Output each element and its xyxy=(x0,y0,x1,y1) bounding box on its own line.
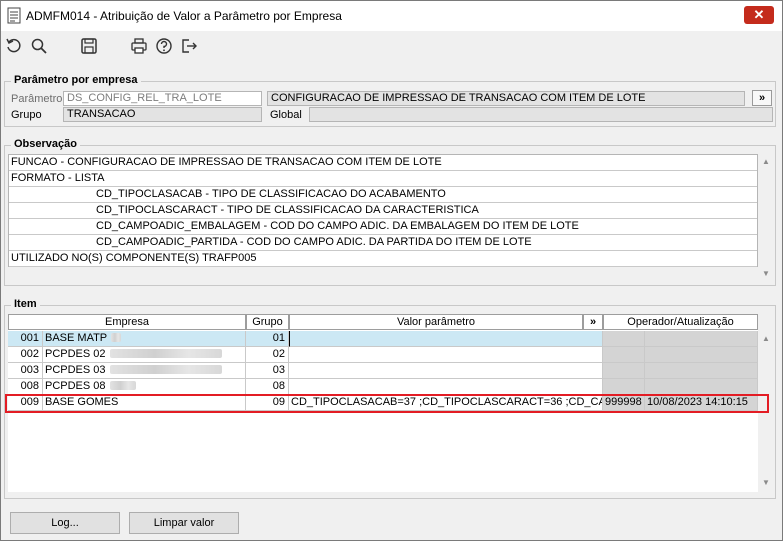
col-header-valor[interactable]: Valor parâmetro xyxy=(289,314,583,330)
row-grupo: 01 xyxy=(246,331,289,347)
row-atualizacao xyxy=(645,363,758,379)
observacao-scrollbar[interactable]: ▲ ▼ xyxy=(759,154,773,282)
row-empresa: PCPDES 08 xyxy=(43,379,246,395)
table-row[interactable]: 002 PCPDES 02 02 xyxy=(8,347,758,363)
double-chevron-right-icon: » xyxy=(589,316,597,328)
global-field xyxy=(309,107,773,122)
expand-parametro-button[interactable]: » xyxy=(752,90,772,106)
col-header-operador[interactable]: Operador/Atualização xyxy=(603,314,758,330)
row-valor xyxy=(289,347,603,363)
row-code: 001 xyxy=(8,331,43,347)
observacao-line: FUNCAO - CONFIGURACAO DE IMPRESSAO DE TR… xyxy=(9,155,757,171)
row-valor-input[interactable] xyxy=(289,331,603,347)
row-operador xyxy=(603,363,645,379)
observacao-line: CD_CAMPOADIC_PARTIDA - COD DO CAMPO ADIC… xyxy=(9,235,757,251)
close-icon: ✕ xyxy=(753,7,765,22)
grupo-label: Grupo xyxy=(11,109,42,121)
global-label: Global xyxy=(270,109,302,121)
col-header-grupo[interactable]: Grupo xyxy=(246,314,289,330)
search-icon xyxy=(31,38,47,54)
save-button[interactable] xyxy=(79,36,99,56)
row-valor xyxy=(289,363,603,379)
observacao-line: CD_TIPOCLASCARACT - TIPO DE CLASSIFICACA… xyxy=(9,203,757,219)
observacao-section-title: Observação xyxy=(11,138,80,150)
row-operador xyxy=(603,347,645,363)
row-empresa: PCPDES 03 xyxy=(43,363,246,379)
print-icon xyxy=(131,38,147,54)
toolbar xyxy=(1,31,782,61)
scroll-up-icon: ▲ xyxy=(762,157,770,166)
table-row[interactable]: 008 PCPDES 08 08 xyxy=(8,379,758,395)
undo-button[interactable] xyxy=(4,36,24,56)
grupo-field: TRANSACAO xyxy=(63,107,262,122)
observacao-line: CD_CAMPOADIC_EMBALAGEM - COD DO CAMPO AD… xyxy=(9,219,757,235)
exit-icon xyxy=(182,39,197,53)
row-highlight-box xyxy=(5,394,769,413)
help-icon xyxy=(156,38,172,54)
help-button[interactable] xyxy=(154,36,174,56)
observacao-list[interactable]: FUNCAO - CONFIGURACAO DE IMPRESSAO DE TR… xyxy=(8,154,758,267)
log-button[interactable]: Log... xyxy=(10,512,120,534)
print-button[interactable] xyxy=(129,36,149,56)
main-window: ADMFM014 - Atribuição de Valor a Parâmet… xyxy=(0,0,783,541)
row-grupo: 02 xyxy=(246,347,289,363)
parametro-section-title: Parâmetro por empresa xyxy=(11,74,141,86)
row-operador xyxy=(603,331,645,347)
row-atualizacao xyxy=(645,379,758,395)
col-header-empresa[interactable]: Empresa xyxy=(8,314,246,330)
parametro-field[interactable]: DS_CONFIG_REL_TRA_LOTE xyxy=(63,91,262,106)
row-atualizacao xyxy=(645,347,758,363)
scroll-down-icon: ▼ xyxy=(762,478,770,487)
close-button[interactable]: ✕ xyxy=(744,6,774,24)
save-icon xyxy=(81,38,97,54)
row-operador xyxy=(603,379,645,395)
row-code: 002 xyxy=(8,347,43,363)
row-empresa: BASE MATP xyxy=(43,331,246,347)
observacao-line: UTILIZADO NO(S) COMPONENTE(S) TRAFP005 xyxy=(9,251,757,267)
row-grupo: 03 xyxy=(246,363,289,379)
parametro-label: Parâmetro xyxy=(11,93,63,105)
undo-icon xyxy=(6,38,21,53)
row-code: 008 xyxy=(8,379,43,395)
table-row[interactable]: 001 BASE MATP 01 xyxy=(8,331,758,347)
window-title: ADMFM014 - Atribuição de Valor a Parâmet… xyxy=(26,9,342,23)
scroll-down-icon: ▼ xyxy=(762,269,770,278)
row-atualizacao xyxy=(645,331,758,347)
row-valor xyxy=(289,379,603,395)
document-icon xyxy=(7,7,21,24)
row-grupo: 08 xyxy=(246,379,289,395)
parametro-description-field: CONFIGURACAO DE IMPRESSAO DE TRANSACAO C… xyxy=(267,91,745,106)
expand-valor-button[interactable]: » xyxy=(583,314,603,330)
row-empresa: PCPDES 02 xyxy=(43,347,246,363)
exit-button[interactable] xyxy=(179,36,199,56)
limpar-valor-button[interactable]: Limpar valor xyxy=(129,512,239,534)
item-section-title: Item xyxy=(11,298,40,310)
title-bar: ADMFM014 - Atribuição de Valor a Parâmet… xyxy=(1,1,782,31)
row-code: 003 xyxy=(8,363,43,379)
observacao-line: FORMATO - LISTA xyxy=(9,171,757,187)
search-button[interactable] xyxy=(29,36,49,56)
scroll-up-icon: ▲ xyxy=(762,334,770,343)
observacao-line: CD_TIPOCLASACAB - TIPO DE CLASSIFICACAO … xyxy=(9,187,757,203)
double-chevron-right-icon: » xyxy=(758,92,766,104)
table-row[interactable]: 003 PCPDES 03 03 xyxy=(8,363,758,379)
